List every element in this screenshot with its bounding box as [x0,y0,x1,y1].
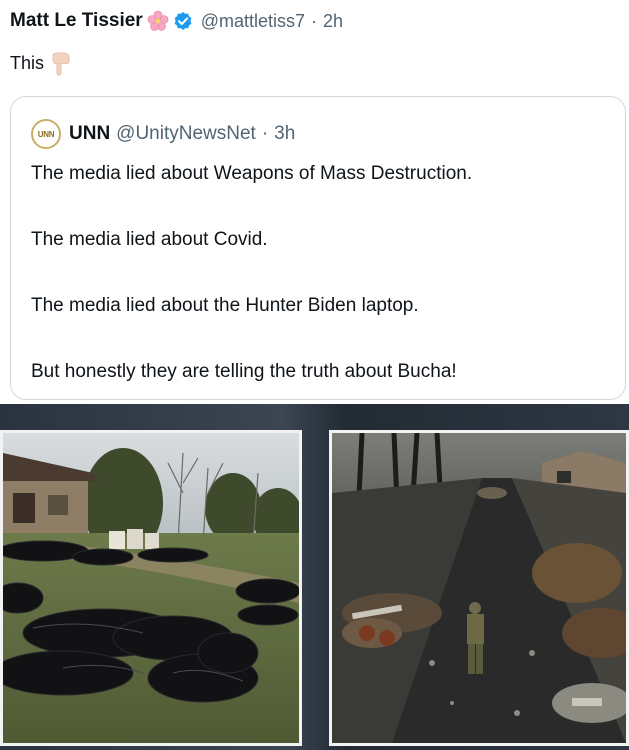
tweet-media[interactable] [0,404,629,750]
quoted-author-handle[interactable]: @UnityNewsNet [116,123,256,145]
tweet-body: This [10,50,72,76]
unn-logo-avatar[interactable]: UNN [31,119,61,149]
quoted-separator-dot: · [261,123,269,144]
photo-bodybags-yard[interactable] [0,430,302,746]
author-handle[interactable]: @mattletiss7 [201,11,305,32]
quoted-tweet-card[interactable]: UNN UNN @UnityNewsNet · 3h The media lie… [10,96,626,400]
tweet-time[interactable]: 2h [323,11,343,32]
separator-dot: · [311,10,318,31]
quoted-tweet-header: UNN UNN @UnityNewsNet · 3h [31,119,295,149]
quoted-author-name[interactable]: UNN [69,123,110,145]
tweet-header: Matt Le Tissier @mattletiss7 · 2h [10,10,343,32]
unn-logo-text: UNN [37,129,55,139]
photo-destroyed-street-soldier[interactable] [329,430,629,746]
quoted-tweet-time[interactable]: 3h [274,123,295,145]
tweet-text: This [10,52,45,73]
verified-badge-icon [173,11,193,31]
quoted-text-line: The media lied about the Hunter Biden la… [31,295,419,316]
author-name[interactable]: Matt Le Tissier [10,10,143,32]
cherry-blossom-icon [147,10,169,32]
quoted-text-line: But honestly they are telling the truth … [31,361,457,382]
quoted-text-line: The media lied about Weapons of Mass Des… [31,163,473,184]
quoted-text-line: The media lied about Covid. [31,229,268,250]
pointing-down-hand-icon [50,50,72,76]
